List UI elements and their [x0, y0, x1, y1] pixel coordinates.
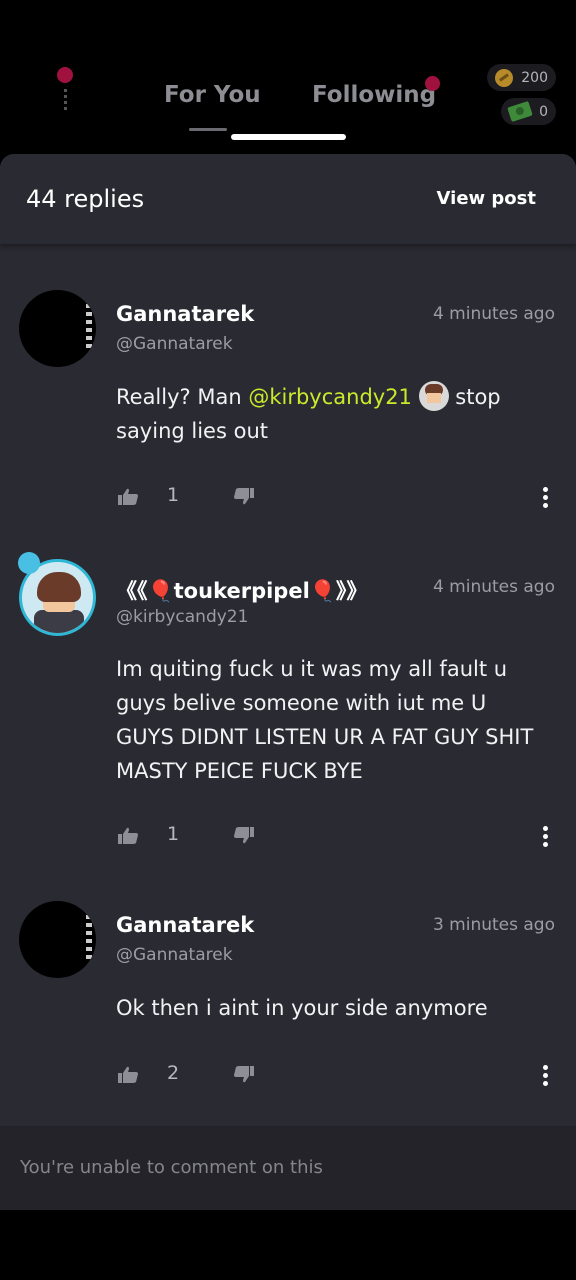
comment-username[interactable]: 《《🎈toukerpipel🎈》》 — [116, 575, 367, 605]
tab-for-you[interactable]: For You — [164, 82, 261, 108]
drag-handle[interactable] — [231, 134, 346, 140]
comment-disabled-text: You're unable to comment on this — [20, 1157, 323, 1178]
coin-icon — [495, 68, 514, 87]
view-post-button[interactable]: View post — [437, 188, 536, 209]
comment-text: Ok then i aint in your side anymore — [116, 996, 488, 1020]
mention-avatar — [418, 381, 449, 411]
comment-handle: @kirbycandy21 — [116, 607, 249, 627]
avatar-badge-icon — [18, 552, 40, 574]
thumbs-up-icon[interactable] — [118, 827, 138, 844]
thumbs-down-icon[interactable] — [234, 827, 254, 844]
thumbs-down-icon[interactable] — [234, 1066, 254, 1083]
comment-text: Im quiting fuck u it was my all fault u … — [116, 657, 534, 783]
more-vertical-icon[interactable] — [543, 1065, 549, 1089]
avatar[interactable] — [19, 290, 96, 367]
like-count: 1 — [167, 484, 180, 506]
bottom-safe-area — [0, 1210, 576, 1280]
comment-timestamp: 4 minutes ago — [432, 577, 555, 597]
comment-actions: 2 — [116, 1062, 556, 1096]
cash-count: 0 — [539, 103, 548, 120]
comment-handle: @Gannatarek — [116, 945, 233, 965]
comment-text: Really? Man @kirbycandy21 stop saying li… — [116, 380, 536, 448]
comment-handle: @Gannatarek — [116, 334, 233, 354]
comment-timestamp: 3 minutes ago — [432, 915, 555, 935]
cash-balance[interactable]: 0 — [501, 98, 556, 125]
thumbs-up-icon[interactable] — [118, 488, 138, 505]
menu-notification-dot — [57, 67, 73, 83]
avatar[interactable] — [19, 901, 96, 978]
following-notification-dot — [425, 76, 440, 91]
coins-balance[interactable]: 200 — [487, 64, 556, 91]
comment-username[interactable]: Gannatarek — [116, 302, 254, 326]
sheet-header: 44 replies View post — [0, 154, 576, 244]
comment-actions: 1 — [116, 484, 556, 518]
thumbs-down-icon[interactable] — [234, 488, 254, 505]
more-vertical-icon[interactable] — [543, 487, 549, 511]
comment-actions: 1 — [116, 823, 556, 857]
like-count: 1 — [167, 823, 180, 845]
comment-username[interactable]: Gannatarek — [116, 913, 254, 937]
coins-count: 200 — [521, 69, 548, 86]
tab-following[interactable]: Following — [312, 82, 436, 108]
thumbs-up-icon[interactable] — [118, 1066, 138, 1083]
top-bar: For You Following 200 0 — [0, 0, 576, 154]
mention-link[interactable]: @kirbycandy21 — [248, 385, 412, 409]
replies-count: 44 replies — [26, 185, 145, 213]
comment-disabled-bar: You're unable to comment on this — [0, 1126, 576, 1210]
tab-indicator — [189, 128, 227, 131]
like-count: 2 — [167, 1062, 180, 1084]
more-vertical-icon[interactable] — [543, 826, 549, 850]
comment-timestamp: 4 minutes ago — [432, 304, 555, 324]
cash-icon — [507, 100, 533, 123]
